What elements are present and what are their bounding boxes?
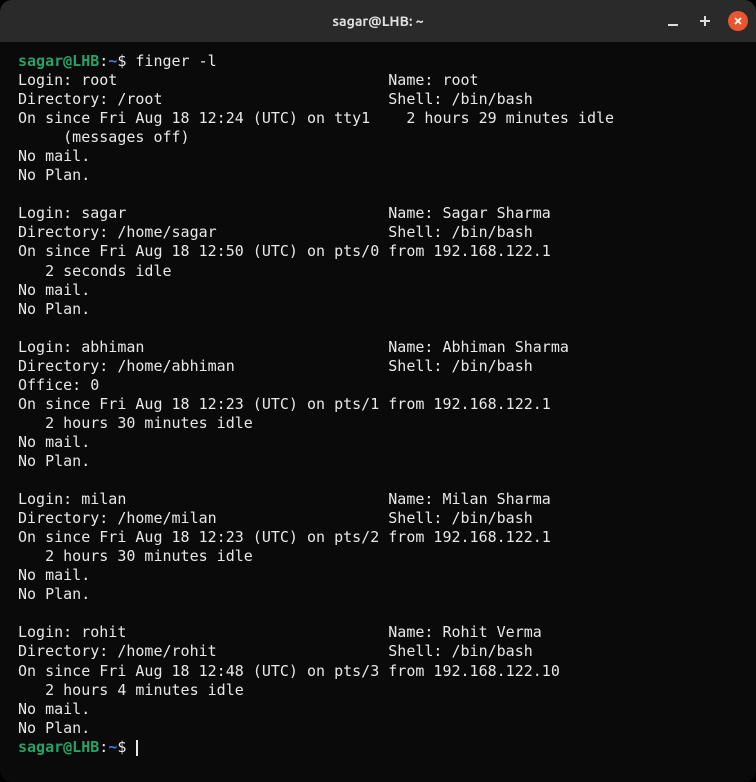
command-output: Login: root Name: root Directory: /root … [18,71,614,737]
command-text: finger -l [135,52,216,70]
titlebar[interactable]: sagar@LHB: ~ [0,0,756,42]
maximize-icon [699,15,711,27]
prompt-colon: : [99,52,108,70]
prompt-colon-2: : [99,738,108,756]
prompt-dollar: $ [117,52,126,70]
window-title: sagar@LHB: ~ [332,13,423,29]
maximize-button[interactable] [696,12,714,30]
minimize-icon [667,15,679,27]
prompt-path-2: ~ [108,738,117,756]
prompt-user-2: sagar@LHB [18,738,99,756]
close-icon [733,16,743,26]
cursor [136,740,138,756]
close-button[interactable] [728,11,748,31]
prompt-path: ~ [108,52,117,70]
terminal-window: sagar@LHB: ~ sagar@LHB:~$ finger -l Logi… [0,0,756,782]
prompt-dollar-2: $ [117,738,126,756]
terminal-body[interactable]: sagar@LHB:~$ finger -l Login: root Name:… [0,42,756,782]
minimize-button[interactable] [664,12,682,30]
window-controls [664,11,748,31]
prompt-user: sagar@LHB [18,52,99,70]
